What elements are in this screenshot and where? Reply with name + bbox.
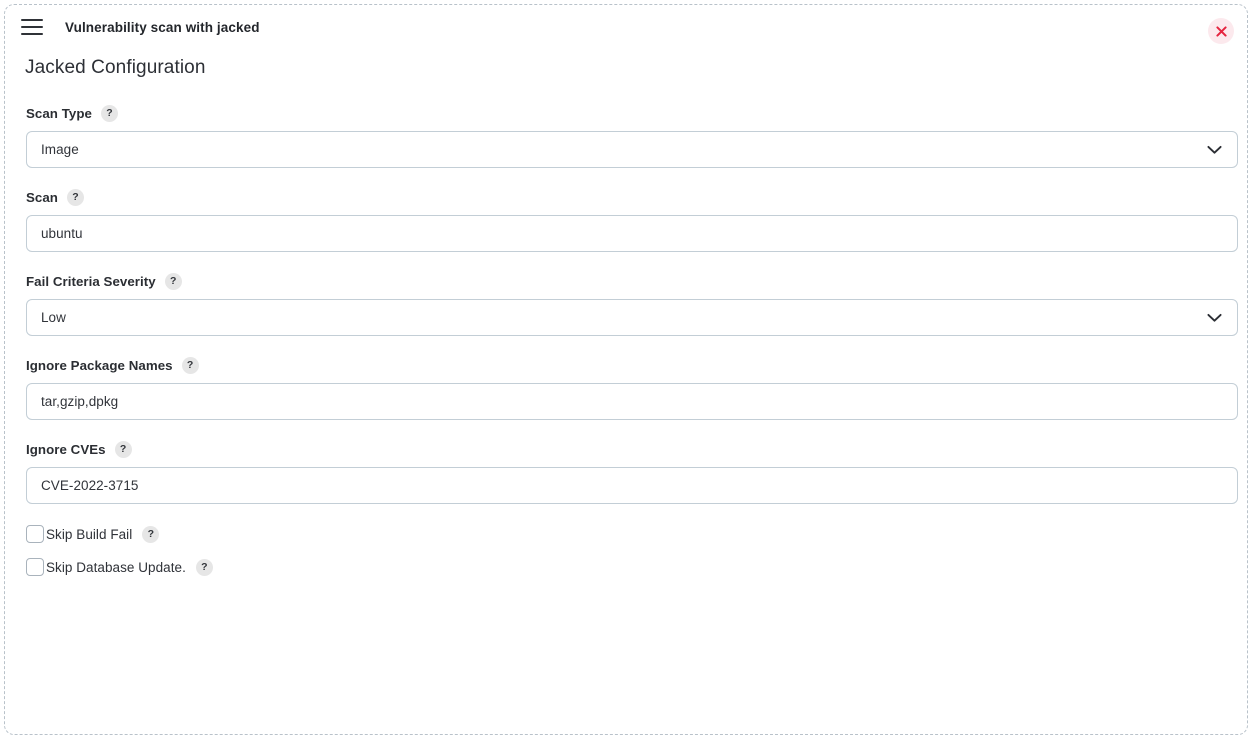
checkbox-row-skip-build-fail: Skip Build Fail ?	[26, 524, 1227, 544]
checkbox-row-skip-database-update: Skip Database Update. ?	[26, 557, 1227, 577]
field-label: Ignore CVEs	[26, 441, 106, 457]
hamburger-bar	[21, 26, 43, 28]
scan-type-select[interactable]: Image	[26, 131, 1238, 168]
help-icon[interactable]: ?	[66, 188, 84, 206]
field-label: Scan	[26, 189, 58, 205]
hamburger-bar	[21, 33, 43, 35]
hamburger-menu-icon[interactable]	[21, 19, 43, 35]
skip-build-fail-label: Skip Build Fail	[46, 526, 133, 542]
dialog-title: Vulnerability scan with jacked	[65, 19, 260, 35]
scan-value: ubuntu	[41, 226, 83, 241]
skip-build-fail-checkbox[interactable]	[26, 525, 44, 543]
close-button[interactable]	[1208, 18, 1234, 44]
help-icon[interactable]: ?	[181, 356, 199, 374]
skip-database-update-label: Skip Database Update.	[46, 559, 186, 575]
close-x-icon	[1215, 25, 1227, 37]
fail-criteria-severity-value: Low	[41, 310, 66, 325]
help-icon[interactable]: ?	[195, 558, 213, 576]
jacked-configuration-form: Scan Type ? Image Scan ? ubuntu Fail Cri…	[5, 104, 1247, 577]
field-ignore-cves: Ignore CVEs ? CVE-2022-3715	[26, 440, 1238, 504]
label-row: Scan Type ?	[26, 104, 1227, 122]
help-icon[interactable]: ?	[164, 272, 182, 290]
field-label: Scan Type	[26, 105, 92, 121]
field-label: Ignore Package Names	[26, 357, 173, 373]
label-row: Ignore CVEs ?	[26, 440, 1227, 458]
label-row: Fail Criteria Severity ?	[26, 272, 1227, 290]
label-row: Ignore Package Names ?	[26, 356, 1227, 374]
scan-type-value: Image	[41, 142, 79, 157]
dialog-frame: Vulnerability scan with jacked Jacked Co…	[4, 4, 1248, 735]
scan-input[interactable]: ubuntu	[26, 215, 1238, 252]
chevron-down-icon	[1207, 145, 1222, 154]
hamburger-bar	[21, 19, 43, 21]
field-scan: Scan ? ubuntu	[26, 188, 1238, 252]
ignore-cves-input[interactable]: CVE-2022-3715	[26, 467, 1238, 504]
dialog-header: Vulnerability scan with jacked	[5, 5, 1247, 49]
label-row: Scan ?	[26, 188, 1227, 206]
field-label: Fail Criteria Severity	[26, 273, 156, 289]
ignore-package-names-input[interactable]: tar,gzip,dpkg	[26, 383, 1238, 420]
page-title: Jacked Configuration	[25, 57, 206, 78]
field-ignore-package-names: Ignore Package Names ? tar,gzip,dpkg	[26, 356, 1238, 420]
help-icon[interactable]: ?	[114, 440, 132, 458]
field-fail-criteria-severity: Fail Criteria Severity ? Low	[26, 272, 1238, 336]
help-icon[interactable]: ?	[142, 525, 160, 543]
field-scan-type: Scan Type ? Image	[26, 104, 1238, 168]
fail-criteria-severity-select[interactable]: Low	[26, 299, 1238, 336]
skip-database-update-checkbox[interactable]	[26, 558, 44, 576]
ignore-cves-value: CVE-2022-3715	[41, 478, 139, 493]
chevron-down-icon	[1207, 313, 1222, 322]
help-icon[interactable]: ?	[100, 104, 118, 122]
ignore-package-names-value: tar,gzip,dpkg	[41, 394, 119, 409]
